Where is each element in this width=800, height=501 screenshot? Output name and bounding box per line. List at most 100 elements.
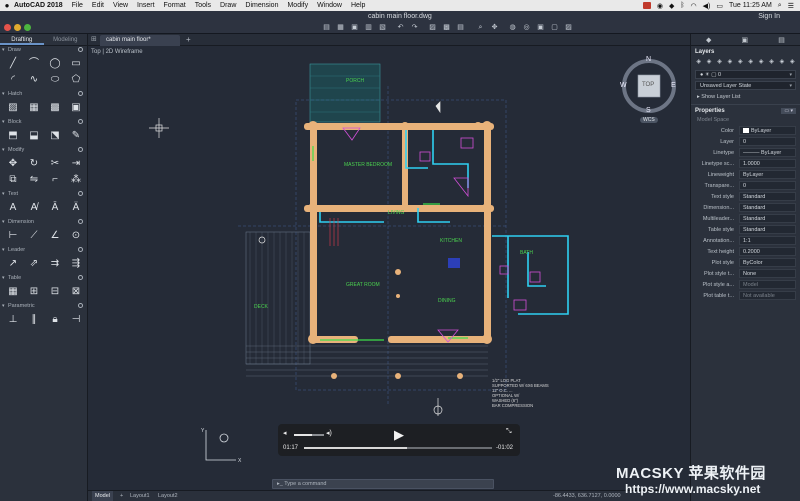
radius-dim-icon[interactable]: ⊙ bbox=[68, 229, 84, 243]
insert-block-icon[interactable]: ⬒ bbox=[5, 129, 21, 143]
clock[interactable]: Tue 11:25 AM bbox=[729, 2, 772, 9]
property-value[interactable]: Model bbox=[739, 280, 796, 289]
layer-icon[interactable]: ◈ bbox=[789, 59, 796, 66]
menu-file[interactable]: File bbox=[72, 2, 83, 9]
table-tool-icon[interactable]: ▦ bbox=[5, 285, 21, 299]
property-value[interactable]: ByColor bbox=[739, 258, 796, 267]
attribute-icon[interactable]: ✎ bbox=[68, 129, 84, 143]
menu-tools[interactable]: Tools bbox=[195, 2, 211, 9]
section-header[interactable]: Dimension bbox=[0, 218, 87, 227]
view-icon[interactable]: ◎ bbox=[522, 24, 531, 32]
gear-icon[interactable] bbox=[78, 91, 83, 96]
sign-in-button[interactable]: Sign In bbox=[758, 13, 780, 20]
boundary-tool-icon[interactable]: ▩ bbox=[47, 101, 63, 115]
copy-tool-icon[interactable]: ⧉ bbox=[5, 173, 21, 187]
tab-layout2[interactable]: Layout2 bbox=[158, 491, 178, 501]
property-value[interactable]: Standard bbox=[739, 192, 796, 201]
materials-tab-icon[interactable]: ▤ bbox=[778, 36, 785, 44]
orbit-icon[interactable]: ◍ bbox=[508, 24, 517, 32]
volume-low-icon[interactable]: ◂ bbox=[283, 429, 287, 437]
new-file-icon[interactable]: ▤ bbox=[322, 24, 331, 32]
rectangle-tool-icon[interactable]: ▭ bbox=[68, 57, 84, 71]
align-leader-icon[interactable]: ⇉ bbox=[47, 257, 63, 271]
array-tool-icon[interactable]: ⁂ bbox=[68, 173, 84, 187]
section-header[interactable]: Leader bbox=[0, 246, 87, 255]
wcs-menu[interactable]: WCS bbox=[640, 117, 658, 123]
gear-icon[interactable] bbox=[78, 119, 83, 124]
gear-icon[interactable] bbox=[78, 47, 83, 52]
command-line[interactable]: ▸_ Type a command bbox=[272, 479, 494, 489]
layer-icon[interactable]: ◈ bbox=[737, 59, 744, 66]
table-extract-icon[interactable]: ⊠ bbox=[68, 285, 84, 299]
trim-tool-icon[interactable]: ✂ bbox=[47, 157, 63, 171]
zoom-icon[interactable]: ⌕ bbox=[476, 24, 485, 32]
paste-icon[interactable]: ▤ bbox=[456, 24, 465, 32]
apple-menu-icon[interactable]: ● bbox=[0, 1, 14, 10]
aligned-dim-icon[interactable]: ⟋ bbox=[26, 229, 42, 243]
pan-icon[interactable]: ✥ bbox=[490, 24, 499, 32]
hatch-tool-icon[interactable]: ▨ bbox=[5, 101, 21, 115]
constraint-icon[interactable]: ⊥ bbox=[5, 313, 21, 327]
section-icon[interactable]: ▨ bbox=[564, 24, 573, 32]
viewcube-compass-icon[interactable] bbox=[620, 56, 680, 126]
property-value[interactable]: ——— ByLayer bbox=[739, 148, 796, 157]
new-tab-icon[interactable]: + bbox=[186, 35, 191, 44]
minimize-window-button[interactable] bbox=[14, 24, 21, 31]
plot-icon[interactable]: ▧ bbox=[378, 24, 387, 32]
viewcube-north[interactable]: N bbox=[646, 56, 651, 63]
section-header[interactable]: Parametric bbox=[0, 302, 87, 311]
menu-window[interactable]: Window bbox=[317, 2, 342, 9]
mirror-tool-icon[interactable]: ⇋ bbox=[26, 173, 42, 187]
tab-drawing[interactable]: cabin main floor* bbox=[100, 35, 180, 46]
open-file-icon[interactable]: ▦ bbox=[336, 24, 345, 32]
circle-tool-icon[interactable]: ◯ bbox=[47, 57, 63, 71]
tab-layout1[interactable]: Layout1 bbox=[130, 491, 150, 501]
layer-icon[interactable]: ◈ bbox=[768, 59, 775, 66]
rotate-tool-icon[interactable]: ↻ bbox=[26, 157, 42, 171]
polyline-tool-icon[interactable]: ⌒ bbox=[26, 57, 42, 71]
match-icon[interactable]: ▨ bbox=[428, 24, 437, 32]
dimensional-constraint-icon[interactable]: ⊣ bbox=[68, 313, 84, 327]
viewcube[interactable]: TOP N S E W WCS bbox=[620, 56, 680, 126]
fullscreen-icon[interactable]: ⤡ bbox=[506, 428, 512, 436]
property-value[interactable]: 0 bbox=[739, 181, 796, 190]
battery-icon[interactable]: ▭ bbox=[716, 2, 723, 10]
section-header[interactable]: Modify bbox=[0, 146, 87, 155]
quick-select-icon[interactable]: ▭ ▾ bbox=[781, 107, 796, 114]
section-header[interactable]: Table bbox=[0, 274, 87, 283]
ellipse-tool-icon[interactable]: ⬭ bbox=[47, 73, 63, 87]
section-header[interactable]: Block bbox=[0, 118, 87, 127]
blocks-tab-icon[interactable]: ▣ bbox=[742, 36, 749, 44]
status-red-icon[interactable] bbox=[642, 2, 651, 9]
gear-icon[interactable] bbox=[78, 219, 83, 224]
wifi-icon[interactable]: ◠ bbox=[691, 2, 697, 10]
search-icon[interactable]: ⌕ bbox=[778, 2, 782, 10]
menu-help[interactable]: Help bbox=[351, 2, 365, 9]
menu-draw[interactable]: Draw bbox=[220, 2, 236, 9]
undo-icon[interactable]: ↶ bbox=[396, 24, 405, 32]
menu-list-icon[interactable]: ☰ bbox=[788, 2, 794, 10]
layer-icon[interactable]: ◈ bbox=[747, 59, 754, 66]
viewcube-south[interactable]: S bbox=[646, 107, 651, 114]
layers-tab-icon[interactable]: ◆ bbox=[706, 36, 711, 44]
create-block-icon[interactable]: ⬓ bbox=[26, 129, 42, 143]
property-value[interactable]: 1:1 bbox=[739, 236, 796, 245]
property-value[interactable]: Standard bbox=[739, 203, 796, 212]
lock-icon[interactable]: 🔒︎ bbox=[47, 313, 63, 327]
render-icon[interactable]: ▢ bbox=[550, 24, 559, 32]
tab-model[interactable]: Model bbox=[92, 491, 113, 501]
layer-icon[interactable]: ◈ bbox=[726, 59, 733, 66]
gear-icon[interactable] bbox=[78, 147, 83, 152]
collect-leader-icon[interactable]: ⇶ bbox=[68, 257, 84, 271]
edit-block-icon[interactable]: ⬔ bbox=[47, 129, 63, 143]
property-value[interactable]: Standard bbox=[739, 225, 796, 234]
property-value[interactable]: None bbox=[739, 269, 796, 278]
gear-icon[interactable] bbox=[78, 247, 83, 252]
property-value[interactable]: 0 bbox=[739, 137, 796, 146]
text-edit-icon[interactable]: A̸ bbox=[26, 201, 42, 215]
menu-insert[interactable]: Insert bbox=[137, 2, 155, 9]
layer-icon[interactable]: ◈ bbox=[778, 59, 785, 66]
bluetooth-icon[interactable]: ᛒ bbox=[680, 2, 684, 9]
gradient-tool-icon[interactable]: ▦ bbox=[26, 101, 42, 115]
save-icon[interactable]: ▣ bbox=[350, 24, 359, 32]
